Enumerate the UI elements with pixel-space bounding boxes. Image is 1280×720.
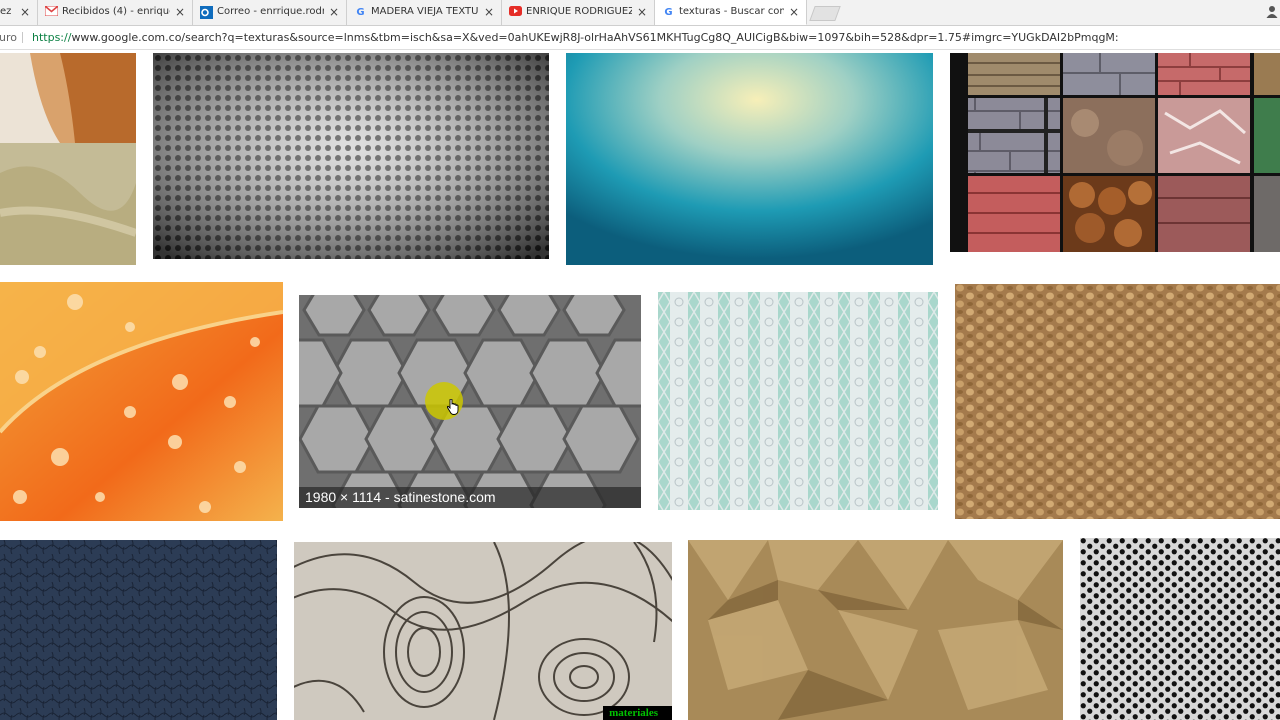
texture-image-perforated-metal[interactable] (153, 53, 549, 259)
tab-texturas[interactable]: G texturas - Buscar con Go × (655, 0, 807, 25)
hand-cursor-icon (446, 398, 459, 419)
outlook-icon (200, 6, 213, 19)
tab-title: Recibidos (4) - enriquero (62, 6, 170, 17)
google-icon: G (664, 7, 673, 18)
close-tab-icon[interactable]: × (789, 0, 799, 24)
watermark-label: materiales (603, 706, 672, 720)
tab-title: ez (0, 6, 12, 17)
new-tab-button[interactable] (809, 6, 841, 21)
image-dimensions-caption: 1980 × 1114 - satinestone.com (299, 487, 641, 508)
close-tab-icon[interactable]: × (20, 0, 30, 24)
tab-title: Correo - enrrique.rodrigu (217, 6, 324, 17)
texture-image-watercolor[interactable] (0, 53, 136, 265)
close-tab-icon[interactable]: × (175, 0, 185, 24)
gmail-icon (44, 5, 59, 19)
tab-title: texturas - Buscar con Go (679, 6, 784, 17)
texture-image-orange-droplets[interactable] (0, 282, 283, 521)
close-tab-icon[interactable]: × (329, 0, 339, 24)
texture-image-wicker[interactable] (955, 284, 1280, 519)
url-path: www.google.com.co/search?q=texturas&sour… (71, 31, 1119, 44)
google-icon: G (356, 7, 365, 18)
texture-image-teal-gradient[interactable] (566, 53, 933, 265)
secure-label[interactable]: uro (0, 26, 17, 49)
url-scheme: https:// (32, 31, 72, 44)
tab-madera[interactable]: G MADERA VIEJA TEXTURA × (347, 0, 502, 25)
texture-image-blue-leather[interactable] (0, 540, 277, 720)
tab-strip: ez × Recibidos (4) - enriquero × Correo … (0, 0, 1280, 26)
tab-outlook[interactable]: Correo - enrrique.rodrigu × (193, 0, 347, 25)
close-tab-icon[interactable]: × (484, 0, 494, 24)
tab-title: MADERA VIEJA TEXTURA (371, 6, 479, 17)
youtube-icon (509, 6, 522, 19)
texture-image-lace-pattern[interactable] (658, 292, 938, 510)
profile-icon[interactable] (1266, 4, 1278, 18)
texture-image-wood-grain[interactable]: materiales (294, 542, 672, 720)
tab-partial[interactable]: ez × (0, 0, 38, 25)
address-bar[interactable]: uro https://www.google.com.co/search?q=t… (0, 26, 1280, 50)
texture-image-honeycomb-mesh[interactable] (1080, 538, 1280, 720)
separator (22, 32, 23, 43)
close-tab-icon[interactable]: × (637, 0, 647, 24)
tab-title: ENRIQUE RODRIGUEZ - · (526, 6, 632, 17)
tab-gmail[interactable]: Recibidos (4) - enriquero × (38, 0, 193, 25)
tab-youtube[interactable]: ENRIQUE RODRIGUEZ - · × (502, 0, 655, 25)
texture-image-crumpled-paper[interactable] (688, 540, 1063, 720)
texture-image-stone-collage[interactable] (950, 53, 1280, 252)
url-field[interactable]: https://www.google.com.co/search?q=textu… (32, 26, 1119, 49)
texture-image-hexagon-tiles[interactable]: 1980 × 1114 - satinestone.com (299, 295, 641, 508)
